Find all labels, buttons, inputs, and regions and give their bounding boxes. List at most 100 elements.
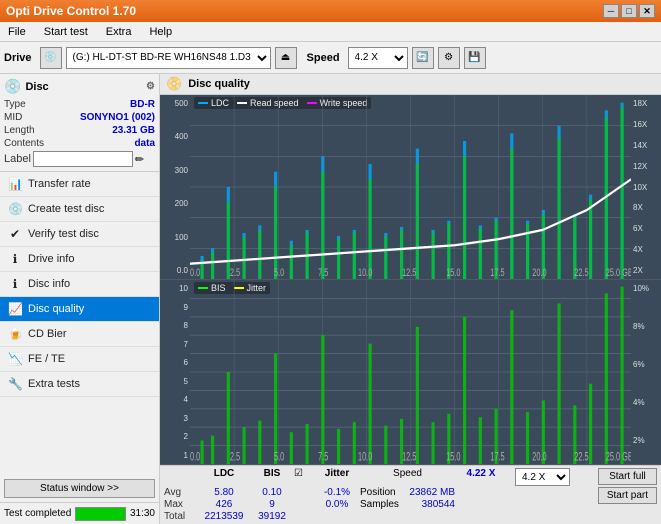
ldc-chart-svg: 0.0 2.5 5.0 7.5 10.0 12.5 15.0 17.5 20.0… xyxy=(190,95,631,279)
avg-jitter: -0.1% xyxy=(316,487,358,498)
transfer-rate-icon: 📊 xyxy=(8,177,22,191)
total-bis: 39192 xyxy=(252,511,292,522)
svg-text:20.0: 20.0 xyxy=(532,451,547,464)
disc-label-input[interactable] xyxy=(33,151,133,167)
speed-select[interactable]: 4.2 X xyxy=(348,47,408,69)
svg-text:10.0: 10.0 xyxy=(358,451,373,464)
settings-button[interactable]: ⚙ xyxy=(438,47,460,69)
menu-bar: File Start test Extra Help xyxy=(0,22,661,42)
disc-length-row: Length 23.31 GB xyxy=(4,125,155,136)
svg-text:10.0: 10.0 xyxy=(358,267,372,279)
drive-icon-button[interactable]: 💿 xyxy=(40,47,62,69)
nav-disc-quality[interactable]: 📈 Disc quality xyxy=(0,297,159,322)
menu-start-test[interactable]: Start test xyxy=(40,24,92,40)
svg-text:2.5: 2.5 xyxy=(230,451,241,464)
svg-text:5.0: 5.0 xyxy=(274,267,284,279)
status-window-button[interactable]: Status window >> xyxy=(4,479,155,498)
avg-bis: 0.10 xyxy=(252,487,292,498)
avg-ldc: 5.80 xyxy=(198,487,250,498)
svg-text:22.5: 22.5 xyxy=(574,451,589,464)
ldc-y-axis-left: 500 400 300 200 100 0.0 xyxy=(160,95,190,279)
ldc-y-axis-right: 18X 16X 14X 12X 10X 8X 6X 4X 2X xyxy=(631,95,661,279)
main-layout: 💿 Disc ⚙ Type BD-R MID SONYNO1 (002) Len… xyxy=(0,74,661,524)
start-part-button[interactable]: Start part xyxy=(598,487,657,504)
drive-select[interactable]: (G:) HL-DT-ST BD-RE WH16NS48 1.D3 xyxy=(66,47,271,69)
disc-mid-value: SONYNO1 (002) xyxy=(80,112,155,123)
progress-time: 31:30 xyxy=(130,508,155,519)
nav-cd-bier[interactable]: 🍺 CD Bier xyxy=(0,322,159,347)
svg-text:15.0: 15.0 xyxy=(446,451,461,464)
svg-text:12.5: 12.5 xyxy=(402,267,416,279)
disc-type-row: Type BD-R xyxy=(4,99,155,110)
speed-dropdown[interactable]: 4.2 X xyxy=(515,468,570,486)
chart-header-icon: 📀 xyxy=(166,76,182,92)
menu-extra[interactable]: Extra xyxy=(102,24,136,40)
ldc-header: LDC xyxy=(198,468,250,486)
nav-verify-test-disc-label: Verify test disc xyxy=(28,228,99,240)
svg-text:5.0: 5.0 xyxy=(274,451,285,464)
chart-header: 📀 Disc quality xyxy=(160,74,661,95)
bis-chart-inner: BIS Jitter xyxy=(190,280,631,464)
nav-cd-bier-label: CD Bier xyxy=(28,328,67,340)
samples-value: 380544 xyxy=(380,499,455,510)
right-content: 📀 Disc quality 500 400 300 200 100 0.0 xyxy=(160,74,661,524)
nav-extra-tests[interactable]: 🔧 Extra tests xyxy=(0,372,159,397)
nav-create-test-disc[interactable]: 💿 Create test disc xyxy=(0,197,159,222)
disc-mid-row: MID SONYNO1 (002) xyxy=(4,112,155,123)
eject-button[interactable]: ⏏ xyxy=(275,47,297,69)
nav-drive-info[interactable]: ℹ Drive info xyxy=(0,247,159,272)
menu-file[interactable]: File xyxy=(4,24,30,40)
disc-section: 💿 Disc ⚙ Type BD-R MID SONYNO1 (002) Len… xyxy=(0,74,159,172)
disc-contents-label: Contents xyxy=(4,138,44,149)
speed-label: Speed xyxy=(307,52,340,64)
label-edit-icon[interactable]: ✏ xyxy=(135,153,144,166)
svg-text:25.0 GB: 25.0 GB xyxy=(606,451,631,464)
speed-header: Speed xyxy=(380,468,435,486)
menu-help[interactable]: Help xyxy=(145,24,176,40)
start-buttons: Start full Start part xyxy=(598,468,657,504)
nav-verify-test-disc[interactable]: ✔ Verify test disc xyxy=(0,222,159,247)
speed-value-header: 4.22 X xyxy=(451,468,511,486)
nav-disc-info[interactable]: ℹ Disc info xyxy=(0,272,159,297)
max-label: Max xyxy=(164,499,196,510)
disc-icon: 💿 xyxy=(4,78,21,95)
svg-text:2.5: 2.5 xyxy=(230,267,240,279)
minimize-button[interactable]: ─ xyxy=(603,4,619,18)
start-full-button[interactable]: Start full xyxy=(598,468,657,485)
fe-te-icon: 📉 xyxy=(8,352,22,366)
total-label: Total xyxy=(164,511,196,522)
nav-extra-tests-label: Extra tests xyxy=(28,378,80,390)
svg-text:7.5: 7.5 xyxy=(318,267,328,279)
stats-avg-row: Avg 5.80 0.10 -0.1% Position 23862 MB xyxy=(164,487,570,498)
save-button[interactable]: 💾 xyxy=(464,47,486,69)
nav-create-test-disc-label: Create test disc xyxy=(28,203,104,215)
ldc-chart-inner: LDC Read speed Write speed xyxy=(190,95,631,279)
drive-info-icon: ℹ xyxy=(8,252,22,266)
max-bis: 9 xyxy=(252,499,292,510)
disc-section-title: Disc xyxy=(25,81,48,93)
svg-text:0.0: 0.0 xyxy=(190,451,201,464)
svg-text:17.5: 17.5 xyxy=(490,451,505,464)
maximize-button[interactable]: □ xyxy=(621,4,637,18)
bis-y-axis-right: 10% 8% 6% 4% 2% xyxy=(631,280,661,464)
verify-test-disc-icon: ✔ xyxy=(8,227,22,241)
disc-type-label: Type xyxy=(4,99,26,110)
nav-transfer-rate[interactable]: 📊 Transfer rate xyxy=(0,172,159,197)
close-button[interactable]: ✕ xyxy=(639,4,655,18)
disc-info-icon: ℹ xyxy=(8,277,22,291)
nav-fe-te[interactable]: 📉 FE / TE xyxy=(0,347,159,372)
toolbar: Drive 💿 (G:) HL-DT-ST BD-RE WH16NS48 1.D… xyxy=(0,42,661,74)
svg-text:12.5: 12.5 xyxy=(402,451,417,464)
stats-table: LDC BIS ☑ Jitter Speed 4.22 X 4.2 X Av xyxy=(164,468,570,522)
bis-y-axis-left: 10 9 8 7 6 5 4 3 2 1 xyxy=(160,280,190,464)
svg-text:20.0: 20.0 xyxy=(532,267,546,279)
jitter-header: Jitter xyxy=(316,468,358,486)
disc-length-value: 23.31 GB xyxy=(112,125,155,136)
chart-header-title: Disc quality xyxy=(188,78,250,90)
progress-label: Test completed xyxy=(4,508,71,519)
nav-drive-info-label: Drive info xyxy=(28,253,74,265)
max-jitter: 0.0% xyxy=(316,499,358,510)
left-panel: 💿 Disc ⚙ Type BD-R MID SONYNO1 (002) Len… xyxy=(0,74,160,524)
svg-text:22.5: 22.5 xyxy=(574,267,588,279)
refresh-button[interactable]: 🔄 xyxy=(412,47,434,69)
